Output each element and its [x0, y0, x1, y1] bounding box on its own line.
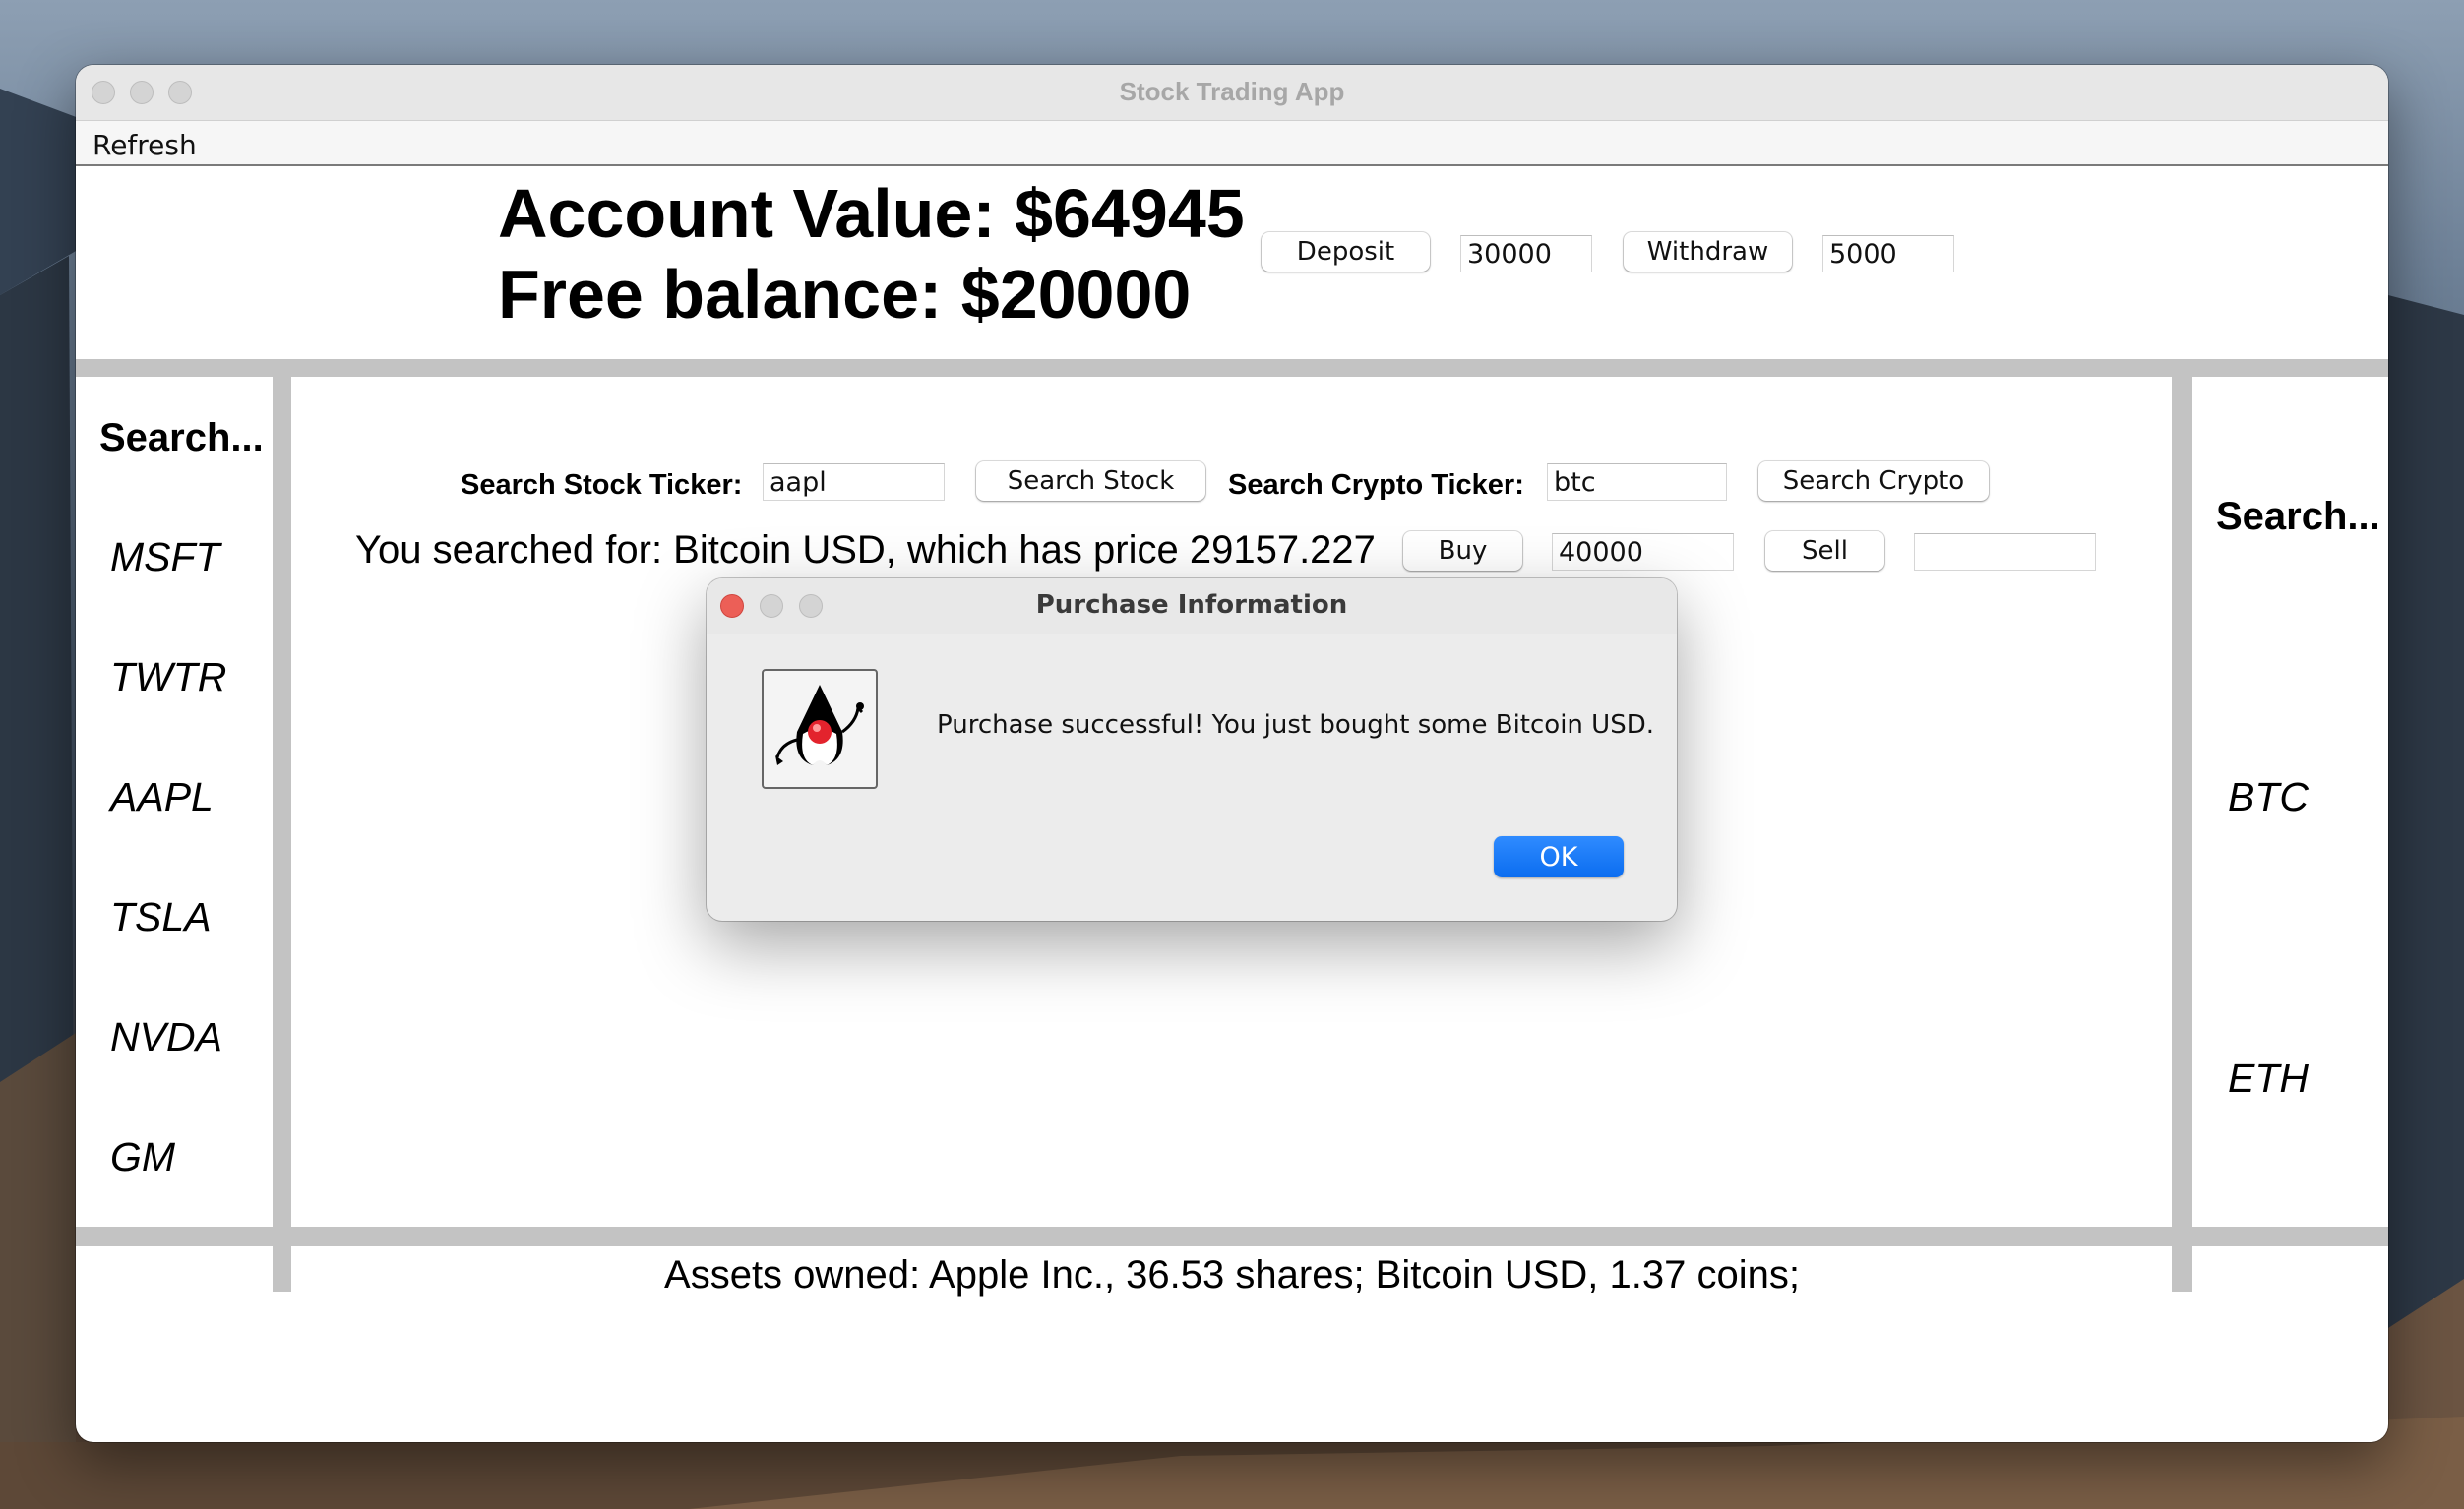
deposit-amount-field[interactable]: 30000 [1460, 235, 1592, 272]
assets-owned-text: Assets owned: Apple Inc., 36.53 shares; … [664, 1253, 1800, 1297]
window-title: Stock Trading App [1119, 77, 1345, 106]
refresh-menu-item[interactable]: Refresh [92, 129, 197, 161]
stock-search-label: Search Stock Ticker: [461, 469, 743, 501]
crypto-search-field[interactable]: btc [1547, 463, 1727, 501]
withdraw-button[interactable]: Withdraw [1624, 232, 1792, 272]
crypto-search-label: Search Crypto Ticker: [1228, 469, 1524, 501]
purchase-dialog: Purchase Information Purchase successful… [707, 578, 1677, 921]
menu-bar: Refresh [76, 121, 2388, 166]
dialog-title: Purchase Information [1035, 590, 1348, 620]
buy-amount-field[interactable]: 40000 [1552, 533, 1734, 571]
dialog-titlebar: Purchase Information [707, 578, 1677, 634]
withdraw-amount-field[interactable]: 5000 [1822, 235, 1954, 272]
search-crypto-button[interactable]: Search Crypto [1758, 461, 1989, 501]
account-value-label: Account Value: $64945 [498, 175, 1245, 252]
ticker-aapl[interactable]: AAPL [110, 774, 214, 820]
ticker-tsla[interactable]: TSLA [110, 894, 212, 940]
sell-button[interactable]: Sell [1765, 531, 1884, 571]
search-result-text: You searched for: Bitcoin USD, which has… [355, 528, 1376, 572]
buy-button[interactable]: Buy [1403, 531, 1522, 571]
ticker-msft[interactable]: MSFT [110, 534, 220, 580]
stock-search-field[interactable]: aapl [763, 463, 945, 501]
ok-button[interactable]: OK [1494, 836, 1624, 877]
left-divider [273, 377, 291, 1292]
footer-divider [76, 1227, 2388, 1246]
crypto-sidebar-heading: Search... [2216, 495, 2380, 538]
dialog-message: Purchase successful! You just bought som… [937, 710, 1654, 740]
crypto-sidebar: Search... BTC ETH [2192, 377, 2388, 1227]
stock-sidebar-heading: Search... [99, 416, 264, 459]
java-duke-icon [762, 669, 878, 789]
ticker-eth[interactable]: ETH [2228, 1056, 2309, 1102]
ticker-nvda[interactable]: NVDA [110, 1014, 222, 1060]
header-divider [76, 359, 2388, 377]
free-balance-label: Free balance: $20000 [498, 256, 1192, 332]
sell-amount-field[interactable] [1914, 533, 2096, 571]
deposit-button[interactable]: Deposit [1262, 232, 1430, 272]
window-titlebar: Stock Trading App [76, 65, 2388, 121]
search-stock-button[interactable]: Search Stock [976, 461, 1205, 501]
ticker-gm[interactable]: GM [110, 1134, 175, 1180]
stock-sidebar: Search... MSFT TWTR AAPL TSLA NVDA GM [76, 377, 273, 1227]
ticker-twtr[interactable]: TWTR [110, 654, 226, 700]
ticker-btc[interactable]: BTC [2228, 774, 2309, 820]
right-divider [2172, 377, 2192, 1292]
